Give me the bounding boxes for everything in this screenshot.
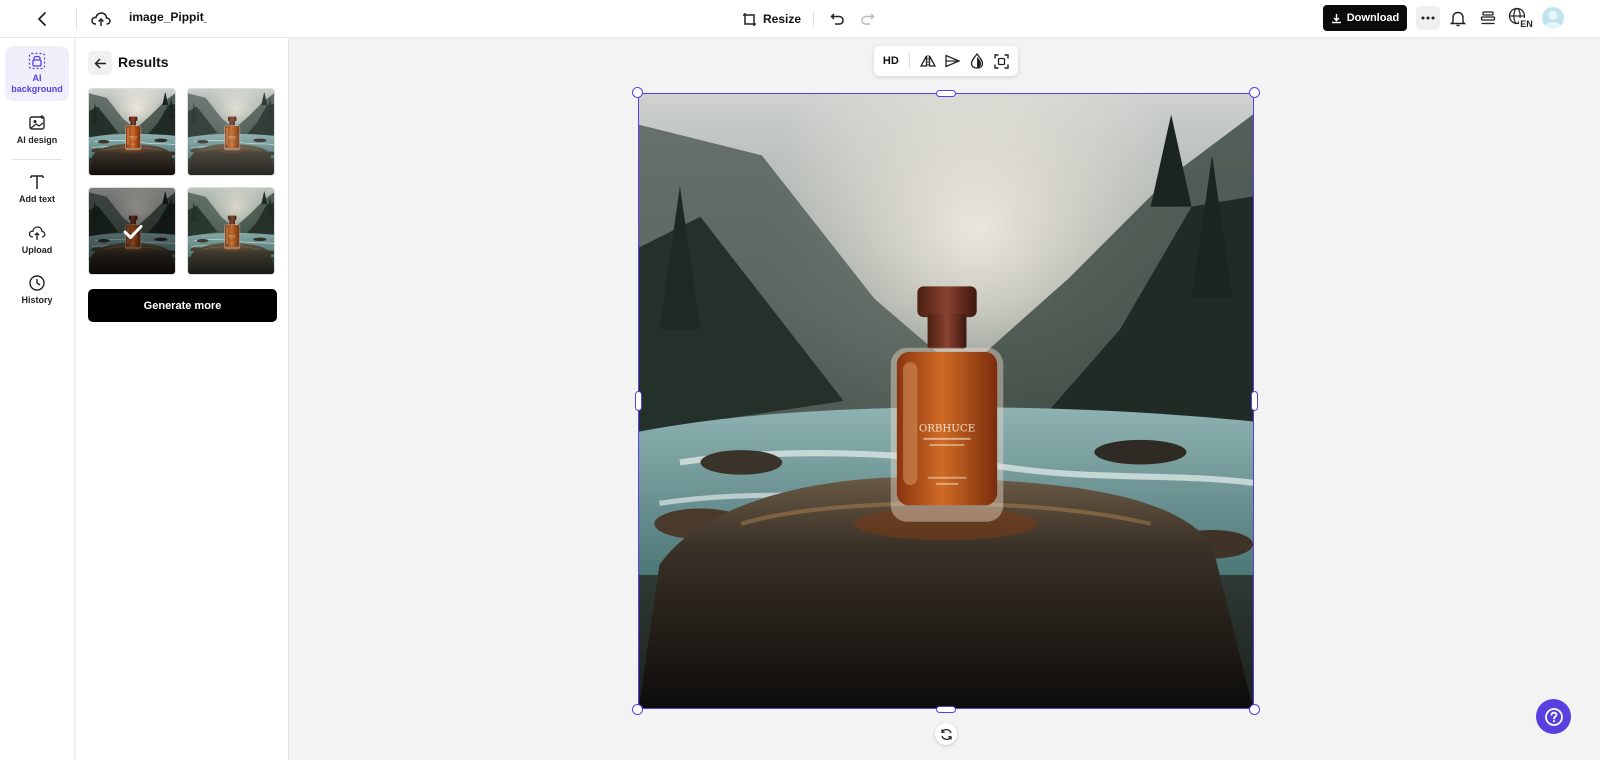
resize-icon [743,12,756,26]
focus-frame-icon [994,53,1009,69]
history-icon [29,275,45,291]
resize-handle-left[interactable] [635,391,642,411]
rail-item-upload[interactable]: Upload [5,224,69,256]
resize-handle-top-left[interactable] [632,87,643,98]
send-triangle-icon [945,54,961,68]
help-button[interactable] [1536,699,1571,734]
arrow-left-icon [93,57,106,69]
avatar-icon [1545,11,1561,29]
more-options-button[interactable] [1416,6,1440,30]
resize-handle-bottom[interactable] [936,706,956,713]
language-button[interactable]: EN [1507,6,1535,30]
result-thumbnail-3-selected[interactable] [88,187,176,275]
transform-button[interactable] [945,54,961,68]
resize-handle-top[interactable] [936,90,956,97]
canvas-image[interactable] [638,93,1254,709]
undo-button[interactable] [826,7,848,29]
notifications-button[interactable] [1447,7,1469,29]
result-image [89,89,175,175]
resize-handle-bottom-left[interactable] [632,704,643,715]
flip-icon [919,55,936,67]
generate-more-button[interactable]: Generate more [88,289,277,322]
result-thumbnail-2[interactable] [187,88,275,176]
top-bar: image_Pippit_20 Resize Download EN [0,0,1600,38]
perfume-scene-image [639,94,1253,708]
rotate-button[interactable] [935,723,957,745]
resize-button[interactable]: Resize [742,7,801,31]
resize-handle-top-right[interactable] [1249,87,1260,98]
rail-item-history[interactable]: History [5,274,69,306]
layers-icon [1480,10,1496,24]
redo-button[interactable] [856,7,878,29]
adjust-button[interactable] [970,53,984,69]
rail-divider [12,159,62,160]
divider [813,12,814,26]
hd-button[interactable]: HD [883,55,899,67]
rail-label: Upload [21,245,53,255]
checkmark-icon [123,225,143,239]
rail-item-ai-design[interactable]: AI design [5,114,69,146]
upload-icon [28,226,46,240]
text-icon [30,175,44,189]
result-image [188,188,274,274]
back-button[interactable] [32,8,54,30]
bell-icon [1450,11,1466,26]
result-image [188,89,274,175]
file-name[interactable]: image_Pippit_20 [129,10,207,24]
result-thumbnail-4[interactable] [187,187,275,275]
chevron-left-icon [38,12,46,26]
results-panel: Results Generate more [76,38,289,760]
help-icon [1544,707,1563,726]
cloud-save-button[interactable] [90,8,112,30]
rail-label: AI design [16,135,58,145]
panel-back-button[interactable] [88,51,112,75]
ai-design-icon [29,115,45,130]
rail-label: AI background [11,73,63,94]
more-horizontal-icon [1421,16,1435,20]
left-rail: AI background AI design Add text Upload … [0,38,75,760]
rotate-icon [940,728,952,740]
rail-item-ai-background[interactable]: AI background [5,46,69,101]
redo-icon [860,12,875,25]
undo-icon [829,12,844,25]
rail-label: Add text [19,194,55,204]
flip-button[interactable] [919,54,936,68]
resize-handle-right[interactable] [1251,391,1258,411]
download-label: Download [1346,12,1400,24]
image-toolbar: HD [874,46,1018,76]
drop-icon [971,53,984,69]
user-avatar[interactable] [1542,7,1564,29]
globe-icon: EN [1508,7,1534,29]
toolbar-divider [908,53,910,69]
crop-subject-button[interactable] [994,53,1009,69]
result-thumbnail-1[interactable] [88,88,176,176]
download-button[interactable]: Download [1323,5,1407,31]
language-code: EN [1520,19,1533,29]
resize-handle-bottom-right[interactable] [1249,704,1260,715]
results-title: Results [118,54,169,70]
download-icon [1331,13,1341,23]
layers-button[interactable] [1477,7,1499,29]
divider [76,9,77,29]
rail-item-add-text[interactable]: Add text [5,173,69,205]
ai-background-icon [28,52,46,70]
rail-label: History [21,295,53,305]
resize-label: Resize [763,12,802,26]
cloud-upload-icon [91,12,111,26]
